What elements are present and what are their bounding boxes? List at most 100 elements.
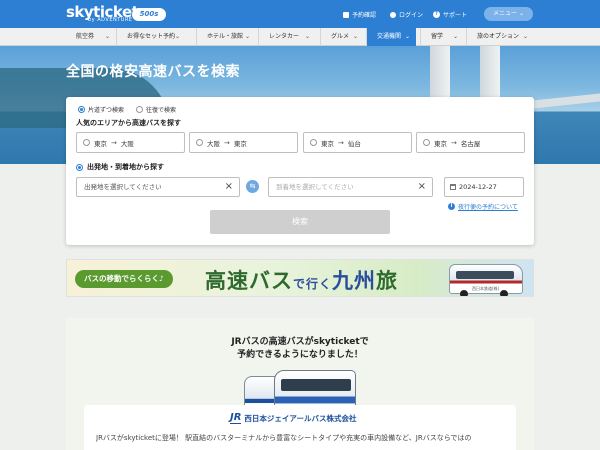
nav-item-set-deals[interactable]: お得なセット予約 ⌄ <box>116 28 186 46</box>
date-value: 2024-12-27 <box>459 183 497 191</box>
chevron-down-icon: ⌄ <box>522 33 528 40</box>
page-title: 全国の格安高速バスを検索 <box>66 64 240 80</box>
departure-input[interactable]: 出発地を選択してください × <box>76 177 240 197</box>
route-to: 名古屋 <box>460 139 481 148</box>
nav-item-label: 留学 <box>431 33 444 40</box>
arrow-right-icon: → <box>111 138 117 147</box>
night-bus-info-link[interactable]: i 夜行便の予約について <box>448 202 518 211</box>
radio-selected-icon <box>78 106 85 113</box>
nav-item-label: 旅のオプション <box>477 33 520 40</box>
chevron-down-icon: ⌄ <box>244 33 250 40</box>
jr-title-line: 予約できるようになりました！ <box>237 350 363 360</box>
banner-headline-part: 九州 <box>332 269 377 293</box>
chevron-down-icon: ⌄ <box>304 33 310 40</box>
origin-destination-label: 出発地・到着地から探す <box>87 163 164 171</box>
chevron-down-icon: ⌄ <box>452 33 458 40</box>
support-link[interactable]: ? サポート <box>433 10 467 19</box>
radio-icon <box>196 139 203 146</box>
nav-item-transport[interactable]: 交通機関 ⌄ <box>366 28 416 46</box>
radio-selected-icon <box>76 163 83 171</box>
nav-item-label: ホテル・旅館 <box>207 33 244 40</box>
radio-icon <box>310 139 317 146</box>
arrow-right-icon: → <box>338 138 344 147</box>
date-input[interactable]: 2024-12-27 <box>444 177 524 197</box>
route-from: 東京 <box>94 139 107 148</box>
bus-search-panel: 片道ずつ検索 往復で検索 人気のエリアから高速バスを探す 東京 → 大阪 大阪 … <box>66 97 534 245</box>
login-link[interactable]: ログイン <box>390 10 423 19</box>
popular-routes-title: 人気のエリアから高速バスを探す <box>76 119 181 127</box>
clear-icon[interactable]: × <box>418 178 426 196</box>
round-trip-radio[interactable]: 往復で検索 <box>136 105 176 114</box>
arrow-right-icon: → <box>224 138 230 147</box>
radio-icon <box>136 106 143 113</box>
nav-item-rental-car[interactable]: レンタカー ⌄ <box>258 28 316 46</box>
banner-headline-part: 高速バス <box>205 269 293 293</box>
jr-company-name: 西日本ジェイアールバス株式会社 <box>244 413 357 423</box>
main-nav: 航空券 ⌄ お得なセット予約 ⌄ ホテル・旅館 ⌄ レンタカー ⌄ グルメ ⌄ 交通機関 ⌄… <box>0 28 600 46</box>
jr-title-line: JRバスの高速バスがskyticketで <box>231 337 369 347</box>
help-icon: ? <box>433 11 440 18</box>
jr-company-logo: JR 西日本ジェイアールバス株式会社 <box>230 412 356 424</box>
one-way-radio[interactable]: 片道ずつ検索 <box>78 105 124 114</box>
banner-pill: バスの移動でらくらく♪ <box>75 270 173 288</box>
one-way-label: 片道ずつ検索 <box>88 107 125 114</box>
nav-item-label: 交通機関 <box>377 33 402 40</box>
top-header: skyticket by ADVENTURE 500s 予約確認 ログイン ? … <box>0 0 600 28</box>
arrow-right-icon: → <box>451 138 457 147</box>
jr-description: JRバスがskyticketに登場！ 駅直結のバスターミナルから豊富なシートタイ… <box>96 434 472 442</box>
nav-item-label: 航空券 <box>76 33 95 40</box>
route-from: 東京 <box>321 139 334 148</box>
logo-subtitle: by ADVENTURE <box>88 17 133 23</box>
route-tokyo-nagoya[interactable]: 東京 → 名古屋 <box>416 132 525 153</box>
jr-bus-section: JRバスの高速バスがskyticketで 予約できるようになりました！ JR 西… <box>66 318 534 450</box>
route-to: 仙台 <box>347 139 361 148</box>
nav-item-hotels[interactable]: ホテル・旅館 ⌄ <box>196 28 256 46</box>
bus-caption: 西日本鉄道(株) <box>472 286 500 291</box>
arrival-placeholder: 到着地を選択してください <box>276 183 354 191</box>
chevron-down-icon: ⌄ <box>174 33 180 40</box>
route-from: 東京 <box>434 139 447 148</box>
reservation-check-label: 予約確認 <box>352 12 377 19</box>
nav-item-flights[interactable]: 航空券 ⌄ <box>66 28 116 46</box>
night-bus-info-label: 夜行便の予約について <box>458 204 518 211</box>
swap-icon[interactable]: ⇆ <box>246 180 259 193</box>
radio-icon <box>423 139 430 146</box>
anniversary-badge[interactable]: 500s <box>132 8 166 21</box>
calendar-icon <box>450 184 456 190</box>
route-from: 大阪 <box>207 139 220 148</box>
banner-headline-part: 旅 <box>376 269 399 293</box>
origin-destination-title[interactable]: 出発地・到着地から探す <box>76 162 164 172</box>
jr-company-card: JR 西日本ジェイアールバス株式会社 JRバスがskyticketに登場！ 駅直… <box>84 405 516 450</box>
arrival-input[interactable]: 到着地を選択してください × <box>268 177 433 197</box>
nav-item-tour-options[interactable]: 旅のオプション ⌄ <box>466 28 534 46</box>
reservation-check-link[interactable]: 予約確認 <box>343 10 376 19</box>
support-label: サポート <box>443 12 468 19</box>
nav-item-gourmet[interactable]: グルメ ⌄ <box>320 28 364 46</box>
document-icon <box>343 11 349 18</box>
info-icon: i <box>448 203 455 210</box>
banner-headline-part: で行く <box>293 277 333 291</box>
banner-headline: 高速バスで行く九州旅 <box>205 265 398 295</box>
clear-icon[interactable]: × <box>225 178 233 196</box>
login-label: ログイン <box>399 12 424 19</box>
radio-icon <box>83 139 90 146</box>
route-to: 東京 <box>233 139 247 148</box>
kyushu-bus-banner[interactable]: バスの移動でらくらく♪ 高速バスで行く九州旅 西日本鉄道(株) <box>66 259 534 297</box>
chevron-down-icon: ⌄ <box>352 33 358 40</box>
nav-item-label: レンタカー <box>269 33 300 40</box>
round-trip-label: 往復で検索 <box>146 107 177 114</box>
route-osaka-tokyo[interactable]: 大阪 → 東京 <box>189 132 298 153</box>
nav-item-study-abroad[interactable]: 留学 ⌄ <box>420 28 464 46</box>
chevron-down-icon: ⌄ <box>404 33 410 40</box>
jr-logo-mark: JR <box>230 412 242 424</box>
nav-item-label: グルメ <box>331 33 350 40</box>
chevron-down-icon: ⌄ <box>104 33 110 40</box>
route-tokyo-sendai[interactable]: 東京 → 仙台 <box>303 132 412 153</box>
menu-button[interactable]: メニュー ⌄ <box>484 7 533 21</box>
nav-item-label: お得なセット予約 <box>127 33 176 40</box>
route-tokyo-osaka[interactable]: 東京 → 大阪 <box>76 132 185 153</box>
person-icon <box>390 11 396 18</box>
departure-placeholder: 出発地を選択してください <box>84 183 162 191</box>
route-to: 大阪 <box>120 139 134 148</box>
search-button[interactable]: 検索 <box>210 210 390 234</box>
